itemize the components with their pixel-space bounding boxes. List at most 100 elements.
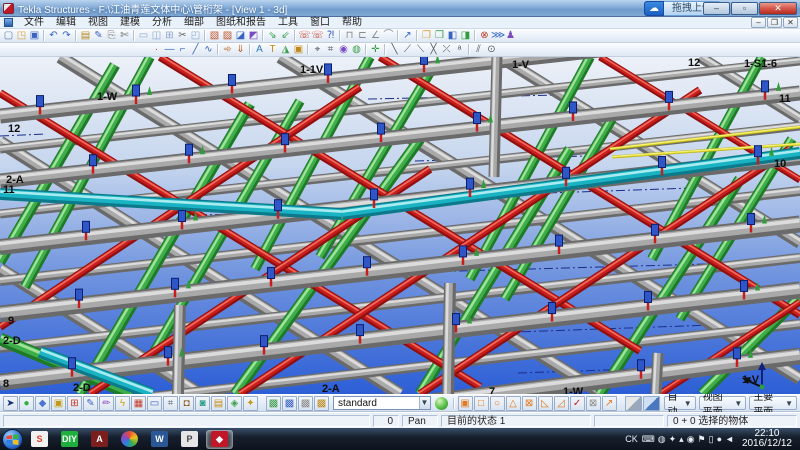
select-switch-icon-6[interactable]: ✏ [99,396,114,411]
select-switch-icon-9[interactable]: ▭ [147,396,162,411]
modeling-toolbar-icon-15[interactable]: ⌗ [324,43,337,56]
main-toolbar-icon-19[interactable]: ▨ [221,29,234,42]
workplane-button-2[interactable] [643,396,660,411]
modeling-toolbar-icon-11[interactable]: ◮ [279,43,292,56]
purlin-clip[interactable] [378,123,385,134]
select-switch-icon-10[interactable]: ⌗ [163,396,178,411]
purlin-clip[interactable] [90,155,97,166]
purlin-clip[interactable] [165,347,172,358]
main-toolbar-icon-14[interactable]: ⊞ [163,29,176,42]
mdi-restore-button[interactable]: ❐ [767,17,782,28]
select-switch-icon-15[interactable]: ✦ [243,396,258,411]
taskbar-app-pinwheel-browser[interactable] [116,430,143,449]
main-toolbar-icon-21[interactable]: ◩ [247,29,260,42]
start-button[interactable] [2,429,23,450]
snap-dropdown-1[interactable]: 视图平面▼ [699,396,747,410]
modeling-toolbar-icon-23[interactable]: ⟍ [414,43,427,56]
modeling-toolbar-icon-2[interactable]: ⌐ [176,43,189,56]
taskbar-app-pdf-tool[interactable]: P [176,430,203,449]
modeling-toolbar-icon-7[interactable]: ⇓ [234,43,247,56]
snap-icon-0[interactable]: ▣ [458,396,473,411]
snap-dropdown-2[interactable]: 主要平面▼ [749,396,797,410]
snap-icon-4[interactable]: ⊠ [522,396,537,411]
menu-窗口[interactable]: 窗口 [304,17,336,29]
select-switch-icon-1[interactable]: ● [19,396,34,411]
main-toolbar-icon-37[interactable]: ❐ [420,29,433,42]
snap-icon-6[interactable]: ◿ [554,396,569,411]
purlin-clip[interactable] [421,57,428,64]
taskbar-app-autocad[interactable]: A [86,430,113,449]
taskbar-app-diy[interactable]: DIY [56,430,83,449]
purlin-clip[interactable] [261,336,268,347]
tray-icon-4[interactable]: ◉ [687,429,695,449]
mdi-minimize-button[interactable]: – [751,17,766,28]
select-component-icon-2[interactable]: ▩ [298,396,313,411]
menu-图纸和报告[interactable]: 图纸和报告 [210,17,272,29]
modeling-toolbar-icon-16[interactable]: ◉ [337,43,350,56]
snap-icon-3[interactable]: △ [506,396,521,411]
modeling-toolbar-icon-1[interactable]: — [163,43,176,56]
purlin-clip[interactable] [762,81,769,92]
main-toolbar-icon-40[interactable]: ◨ [459,29,472,42]
main-toolbar-icon-0[interactable]: ▢ [2,29,15,42]
tray-icon-8[interactable]: ◄ [725,429,734,449]
select-switch-icon-12[interactable]: ◙ [195,396,210,411]
purlin-clip[interactable] [172,278,179,289]
purlin-clip[interactable] [549,303,556,314]
ime-indicator[interactable]: CK [625,429,638,449]
main-toolbar-icon-15[interactable]: ✂ [176,29,189,42]
modeling-toolbar-icon-22[interactable]: ⟋ [401,43,414,56]
main-toolbar-icon-31[interactable]: ⊏ [356,29,369,42]
purlin-clip[interactable] [659,157,666,168]
menu-编辑[interactable]: 编辑 [50,17,82,29]
main-toolbar-icon-44[interactable]: ♟ [504,29,517,42]
structural-member[interactable] [492,57,497,177]
snap-icon-1[interactable]: □ [474,396,489,411]
main-toolbar-icon-10[interactable]: ✄ [118,29,131,42]
minimize-button[interactable]: – [703,2,730,15]
snap-icon-2[interactable]: ○ [490,396,505,411]
3d-model-scene[interactable]: 1-W1-1V1-V121-S1-61110122-A1192-D82-D2-A… [0,57,800,394]
select-switch-icon-11[interactable]: ◘ [179,396,194,411]
menu-分析[interactable]: 分析 [146,17,178,29]
main-toolbar-icon-39[interactable]: ◧ [446,29,459,42]
purlin-clip[interactable] [563,167,570,178]
modeling-toolbar-icon-12[interactable]: ▣ [292,43,305,56]
purlin-clip[interactable] [357,325,364,336]
main-toolbar-icon-5[interactable]: ↷ [60,29,73,42]
modeling-toolbar-icon-10[interactable]: T [266,43,279,56]
snap-icon-9[interactable]: ↗ [602,396,617,411]
main-toolbar-icon-20[interactable]: ◪ [234,29,247,42]
taskbar-app-word[interactable]: W [146,430,173,449]
select-switch-icon-3[interactable]: ▣ [51,396,66,411]
purlin-clip[interactable] [570,102,577,113]
main-toolbar-icon-43[interactable]: ⋙ [491,29,504,42]
modeling-toolbar-icon-24[interactable]: ╳ [427,43,440,56]
main-toolbar-icon-23[interactable]: ⇘ [266,29,279,42]
purlin-clip[interactable] [69,358,76,369]
main-toolbar-icon-30[interactable]: ⊓ [343,29,356,42]
modeling-toolbar-icon-3[interactable]: ╱ [189,43,202,56]
select-switch-icon-0[interactable]: ➤ [3,396,18,411]
tray-icon-2[interactable]: ✦ [669,429,677,449]
tray-icon-6[interactable]: ▯ [709,429,714,449]
main-toolbar-icon-1[interactable]: ◳ [15,29,28,42]
select-switch-icon-2[interactable]: ◆ [35,396,50,411]
purlin-clip[interactable] [741,280,748,291]
modeling-toolbar-icon-17[interactable]: ◍ [350,43,363,56]
model-viewport[interactable]: 1-W1-1V1-V121-S1-61110122-A1192-D82-D2-A… [0,57,800,394]
tray-icon-0[interactable]: ⌨ [642,429,655,449]
menu-视图[interactable]: 视图 [82,17,114,29]
profile-select[interactable]: standard ▼ [333,396,431,410]
menu-帮助[interactable]: 帮助 [336,17,368,29]
modeling-toolbar-icon-25[interactable]: ⤫ [440,43,453,56]
select-component-icon-3[interactable]: ▩ [314,396,329,411]
structural-member[interactable] [654,353,658,394]
purlin-clip[interactable] [282,134,289,145]
tray-icon-5[interactable]: ⚑ [698,429,706,449]
select-switch-icon-7[interactable]: ϟ [115,396,130,411]
taskbar-app-sogou-pinyin[interactable]: S [26,430,53,449]
taskbar-clock[interactable]: 22:10 2016/12/12 [738,429,798,449]
purlin-clip[interactable] [556,235,563,246]
main-toolbar-icon-9[interactable]: ⎘ [105,29,118,42]
